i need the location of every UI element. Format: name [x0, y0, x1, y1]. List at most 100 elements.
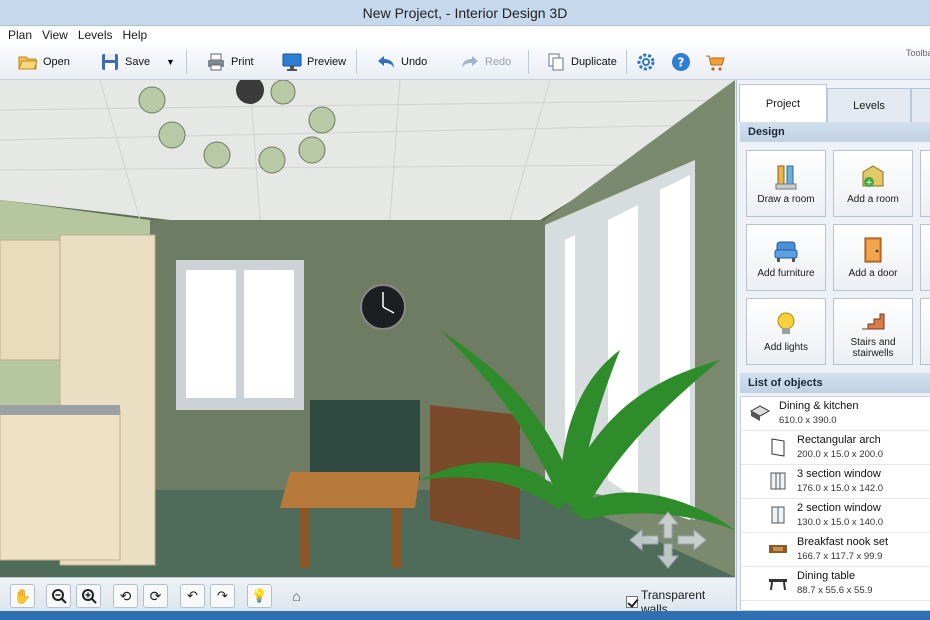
add-furniture-button[interactable]: Add furniture [746, 224, 826, 291]
redo-arrow-icon [462, 56, 478, 68]
add-room-icon: + [862, 165, 884, 188]
menu-levels[interactable]: Levels [78, 28, 113, 42]
folder-open-icon [18, 56, 38, 70]
open-button[interactable]: Open [18, 48, 70, 76]
design-button-overflow[interactable] [920, 150, 930, 217]
tab-project[interactable]: Project [739, 84, 827, 122]
home-view-button[interactable]: ⌂ [284, 584, 309, 608]
table-icon [769, 579, 787, 591]
help-question-icon: ? [672, 53, 690, 71]
duplicate-icon [548, 53, 564, 71]
settings-button[interactable] [636, 48, 661, 76]
zoom-out-icon [51, 589, 67, 604]
rotate-right-icon: ⟳ [149, 587, 162, 604]
tab-more[interactable] [911, 88, 930, 122]
preview-label: Preview [307, 56, 347, 68]
open-label: Open [43, 56, 70, 68]
duplicate-button[interactable]: Duplicate [546, 48, 617, 76]
save-dropdown-button[interactable]: ▼ [166, 48, 175, 76]
window-title: New Project, - Interior Design 3D [362, 4, 568, 21]
menu-help[interactable]: Help [123, 28, 148, 42]
add-room-button[interactable]: + Add a room [833, 150, 913, 217]
window-icon [770, 472, 786, 490]
list-item[interactable]: 3 section window 176.0 x 15.0 x 142.0 [741, 465, 930, 499]
lighting-button[interactable]: 💡 [247, 584, 272, 608]
printer-icon [208, 53, 224, 71]
design-button-overflow[interactable] [920, 224, 930, 291]
undo-button[interactable]: Undo [376, 48, 427, 76]
object-name: Rectangular arch [797, 434, 881, 446]
3d-viewport[interactable] [0, 80, 735, 577]
viewport-controls: ✋ ⟲ ⟳ ↶ ↷ 💡 ⌂ Transparent walls [0, 577, 735, 616]
light-bulb-icon [777, 312, 795, 334]
orbit-left-icon: ↶ [187, 588, 198, 603]
zoom-in-button[interactable] [76, 584, 101, 608]
zoom-out-button[interactable] [46, 584, 71, 608]
save-button[interactable]: Save [100, 48, 150, 76]
redo-label: Redo [485, 56, 512, 68]
object-name: 2 section window [797, 502, 881, 514]
orbit-right-icon: ↷ [217, 588, 228, 603]
stairs-button[interactable]: Stairs and stairwells [833, 298, 913, 365]
armchair-icon [774, 241, 798, 262]
floppy-disk-icon [102, 54, 118, 70]
pencil-ruler-icon [775, 165, 797, 190]
monitor-icon [282, 53, 302, 71]
object-dimensions: 610.0 x 390.0 [779, 415, 837, 426]
light-bulb-icon: 💡 [251, 588, 268, 603]
status-bar [0, 611, 930, 620]
rotate-right-button[interactable]: ⟳ [143, 584, 168, 608]
list-item[interactable]: Rectangular arch 200.0 x 15.0 x 200.0 [741, 431, 930, 465]
kitchen-wall-cabinet [0, 239, 61, 361]
toolbar-divider [356, 50, 357, 74]
kitchen-base-cabinet [0, 409, 121, 561]
object-dimensions: 176.0 x 15.0 x 142.0 [797, 483, 884, 494]
navigation-pad[interactable] [628, 510, 708, 570]
object-dimensions: 130.0 x 15.0 x 140.0 [797, 517, 884, 528]
coffee-table [280, 472, 420, 508]
list-item[interactable]: Breakfast nook set 166.7 x 117.7 x 99.9 [741, 533, 930, 567]
orbit-right-button[interactable]: ↷ [210, 584, 235, 608]
toolbar-caption: Toolba [906, 48, 930, 58]
objects-section-header: List of objects [740, 373, 930, 393]
gear-icon [637, 53, 655, 71]
draw-room-button[interactable]: Draw a room [746, 150, 826, 217]
object-name: 3 section window [797, 468, 881, 480]
menu-plan[interactable]: Plan [8, 28, 32, 42]
pan-button[interactable]: ✋ [10, 584, 35, 608]
rotate-left-button[interactable]: ⟲ [113, 584, 138, 608]
orbit-left-button[interactable]: ↶ [180, 584, 205, 608]
save-label: Save [125, 56, 151, 68]
list-item[interactable]: Dining & kitchen 610.0 x 390.0 [741, 397, 930, 431]
panel-tabs: Project Levels [737, 84, 930, 122]
kitchen-countertop [0, 405, 120, 415]
hand-icon: ✋ [13, 587, 32, 604]
add-door-button[interactable]: Add a door [833, 224, 913, 291]
help-button[interactable]: ? [671, 48, 696, 76]
list-item[interactable]: Dining table 88.7 x 55.6 x 55.9 [741, 567, 930, 601]
redo-button[interactable]: Redo [460, 48, 511, 76]
rotate-left-icon: ⟲ [119, 587, 132, 604]
design-button-overflow[interactable] [920, 298, 930, 365]
object-name: Dining table [797, 570, 856, 582]
tab-levels[interactable]: Levels [827, 88, 911, 122]
object-list: Dining & kitchen 610.0 x 390.0 Rectangul… [740, 396, 930, 611]
side-panel: Project Levels Design Draw a room + Add … [736, 80, 930, 611]
add-lights-button[interactable]: Add lights [746, 298, 826, 365]
list-item[interactable]: 2 section window 130.0 x 15.0 x 140.0 [741, 499, 930, 533]
object-dimensions: 200.0 x 15.0 x 200.0 [797, 449, 884, 460]
preview-button[interactable]: Preview [282, 48, 346, 76]
object-name: Breakfast nook set [797, 536, 889, 548]
undo-arrow-icon [378, 56, 394, 68]
print-button[interactable]: Print [206, 48, 254, 76]
stairs-icon [862, 313, 885, 329]
door-icon [864, 237, 882, 263]
shop-button[interactable] [705, 48, 730, 76]
toolbar-divider [626, 50, 627, 74]
window-title-bar: New Project, - Interior Design 3D [0, 0, 930, 26]
svg-text:+: + [865, 178, 873, 188]
menu-view[interactable]: View [42, 28, 68, 42]
transparent-walls-checkbox[interactable] [626, 596, 638, 608]
armchair-left [310, 400, 420, 480]
arch-icon [771, 438, 785, 457]
